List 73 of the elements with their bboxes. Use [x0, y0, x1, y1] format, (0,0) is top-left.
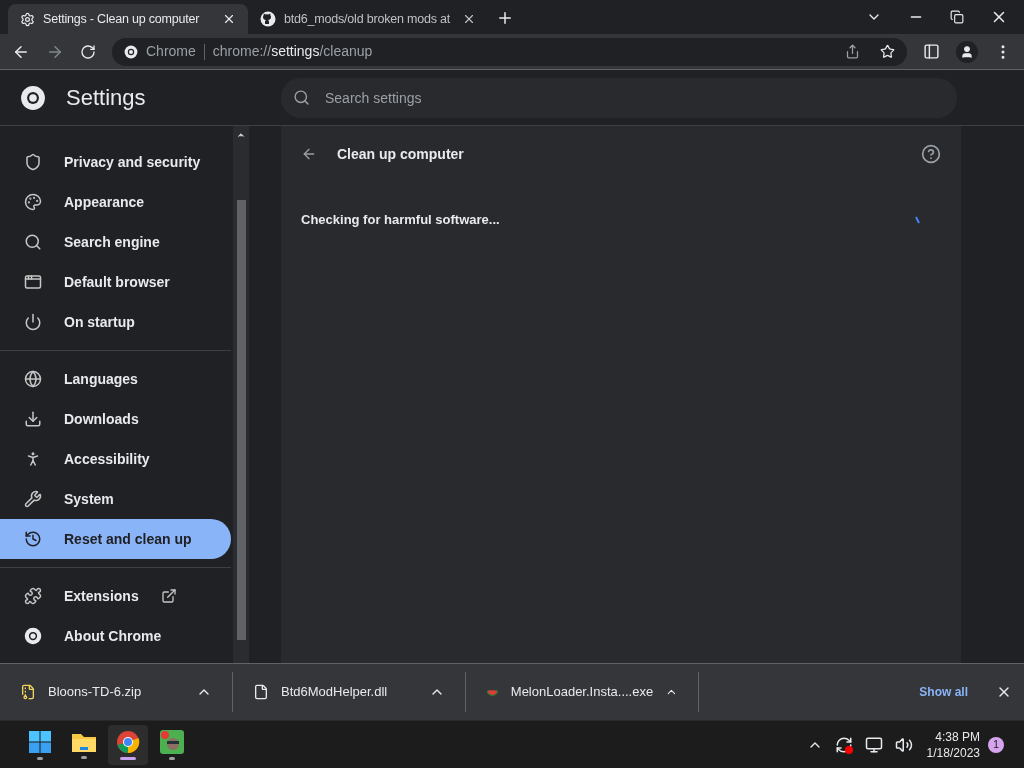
- power-icon: [24, 313, 42, 331]
- address-bar[interactable]: Chrome chrome://settings/cleanup: [112, 37, 907, 66]
- browser-window-icon: [24, 273, 42, 291]
- puzzle-icon: [24, 587, 42, 605]
- scrollbar[interactable]: [233, 126, 249, 663]
- close-icon[interactable]: [222, 12, 236, 26]
- chrome-logo-icon: [124, 44, 138, 59]
- volume-icon[interactable]: [894, 735, 913, 754]
- shield-icon: [24, 153, 42, 171]
- download-item[interactable]: MelonLoader.Insta....exe: [466, 672, 699, 712]
- download-item[interactable]: Btd6ModHelper.dll: [233, 672, 466, 712]
- status-text: Checking for harmful software...: [301, 211, 501, 229]
- network-icon[interactable]: [864, 735, 883, 754]
- scroll-up-icon[interactable]: [236, 130, 246, 140]
- sidebar-item[interactable]: Search engine: [0, 222, 231, 262]
- notification-count[interactable]: 1: [988, 736, 1004, 753]
- file-name: Bloons-TD-6.zip: [48, 683, 143, 702]
- palette-icon: [24, 193, 42, 211]
- spinner-icon: [915, 215, 921, 224]
- file-name: MelonLoader.Insta....exe: [510, 683, 654, 702]
- star-icon[interactable]: [880, 44, 895, 59]
- search-icon: [24, 233, 42, 251]
- sidebar-item[interactable]: Extensions: [0, 576, 231, 616]
- browser-tab[interactable]: Settings - Clean up computer: [8, 4, 248, 34]
- new-tab-icon[interactable]: [496, 9, 514, 27]
- download-item[interactable]: Bloons-TD-6.zip: [0, 672, 233, 712]
- sidebar-item[interactable]: Downloads: [0, 399, 231, 439]
- game-icon[interactable]: [160, 729, 184, 754]
- profile-avatar[interactable]: [956, 40, 978, 63]
- wrench-icon: [24, 490, 42, 508]
- globe-icon: [24, 370, 42, 388]
- sidebar-item[interactable]: Default browser: [0, 262, 231, 302]
- restore-icon[interactable]: [950, 10, 964, 24]
- chrome-logo-icon: [20, 84, 46, 111]
- settings-title: Settings: [66, 84, 146, 112]
- browser-tab[interactable]: btd6_mods/old broken mods at: [248, 4, 488, 34]
- external-link-icon[interactable]: [160, 588, 177, 604]
- chrome-icon[interactable]: [116, 729, 140, 754]
- download-icon: [24, 410, 42, 428]
- share-icon[interactable]: [845, 44, 860, 59]
- sidebar-item[interactable]: Reset and clean up: [0, 519, 231, 559]
- tab-title: Settings - Clean up computer: [43, 10, 201, 28]
- sidebar-item[interactable]: On startup: [0, 302, 231, 342]
- zip-file-icon: [20, 684, 36, 700]
- search-field[interactable]: Search settings: [281, 77, 957, 118]
- history-icon: [24, 530, 42, 548]
- file-icon: [253, 684, 269, 700]
- close-icon[interactable]: [462, 12, 476, 26]
- site-label: Chrome: [146, 42, 196, 61]
- show-all-link[interactable]: Show all: [919, 683, 968, 701]
- page-title: Clean up computer: [337, 144, 465, 164]
- sidebar-item[interactable]: Privacy and security: [0, 142, 231, 182]
- search-icon: [293, 88, 310, 106]
- sidebar-item[interactable]: About Chrome: [0, 616, 231, 656]
- reload-icon[interactable]: [80, 43, 96, 60]
- sidebar-item[interactable]: System: [0, 479, 231, 519]
- file-name: Btd6ModHelper.dll: [281, 683, 389, 702]
- sidebar-item[interactable]: Appearance: [0, 182, 231, 222]
- cat-icon: [260, 11, 276, 27]
- tab-title: btd6_mods/old broken mods at: [284, 10, 452, 28]
- help-icon[interactable]: [921, 144, 941, 164]
- gear-icon: [20, 11, 35, 27]
- chrome-logo-icon: [24, 627, 42, 645]
- clock-time[interactable]: 4:38 PM: [935, 728, 980, 745]
- url-text: chrome://settings/cleanup: [212, 42, 373, 61]
- sidebar-item[interactable]: Languages: [0, 359, 231, 399]
- windows-icon[interactable]: [28, 729, 52, 754]
- side-panel-icon[interactable]: [923, 43, 940, 60]
- back-icon[interactable]: [301, 146, 317, 162]
- sync-icon[interactable]: [834, 735, 853, 754]
- clock-date[interactable]: 1/18/2023: [926, 744, 980, 761]
- sidebar-item[interactable]: Accessibility: [0, 439, 231, 479]
- taskbar-app[interactable]: [108, 724, 148, 765]
